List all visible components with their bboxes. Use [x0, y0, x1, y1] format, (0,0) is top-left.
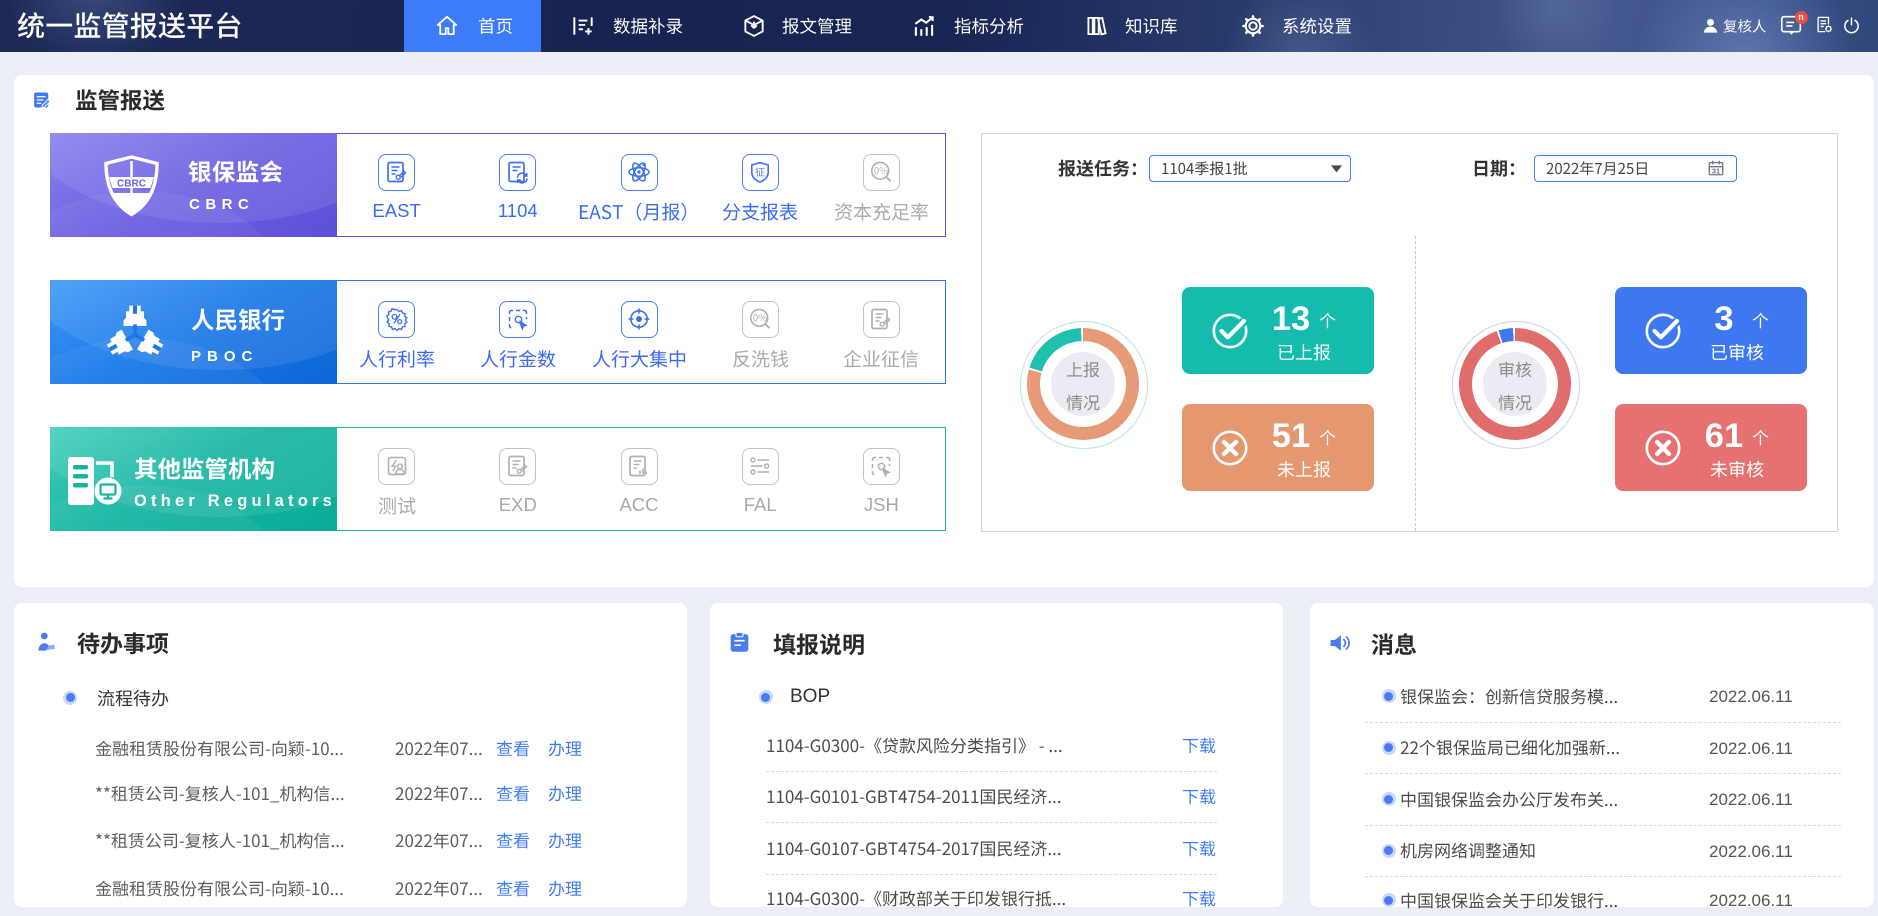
- svg-text:CBRC: CBRC: [117, 179, 146, 190]
- svg-text:31: 31: [1712, 166, 1721, 175]
